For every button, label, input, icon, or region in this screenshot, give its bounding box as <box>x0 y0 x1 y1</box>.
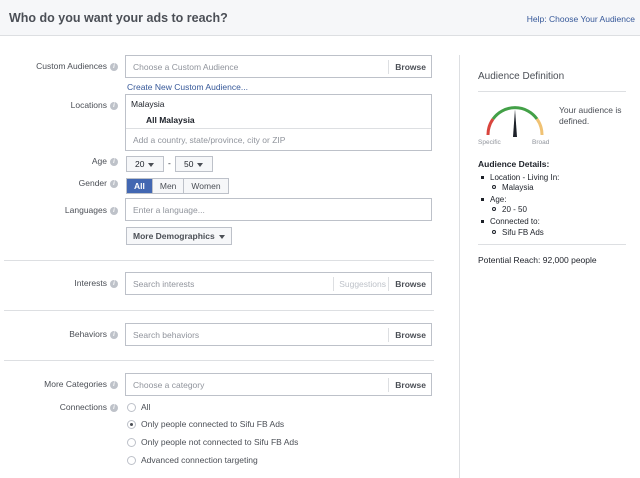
more-demographics-label: More Demographics <box>133 231 215 241</box>
location-input[interactable]: Add a country, state/province, city or Z… <box>126 128 431 150</box>
audience-definition-title: Audience Definition <box>478 71 565 82</box>
audience-definition-panel: Audience Definition Your audience is def… <box>459 55 631 478</box>
gender-label: Gender <box>78 178 107 188</box>
age-separator: - <box>168 158 171 168</box>
category-placeholder: Choose a category <box>133 380 205 390</box>
divider <box>4 260 434 261</box>
more-categories-label-row: More Categories i <box>0 379 118 391</box>
detail-item: Location - Living In: <box>478 173 559 182</box>
info-icon[interactable]: i <box>110 206 118 215</box>
detail-item: Connected to: <box>478 217 540 226</box>
chevron-down-icon <box>197 162 204 167</box>
bullet-icon <box>481 219 484 223</box>
locations-label-row: Locations i <box>0 100 118 112</box>
locations-box: Malaysia All Malaysia Add a country, sta… <box>125 94 432 151</box>
info-icon[interactable]: i <box>110 403 118 412</box>
interests-input[interactable]: Search interests Suggestions Browse <box>125 272 432 295</box>
custom-audience-browse-button[interactable]: Browse <box>388 60 431 74</box>
category-browse-button[interactable]: Browse <box>388 378 431 392</box>
age-min-select[interactable]: 20 <box>126 156 164 172</box>
custom-audience-input[interactable]: Choose a Custom Audience Browse <box>125 55 432 78</box>
language-input[interactable]: Enter a language... <box>125 198 432 221</box>
divider <box>478 244 626 245</box>
connections-label-row: Connections i <box>0 402 118 414</box>
behaviors-label-row: Behaviors i <box>0 329 118 341</box>
divider <box>478 91 626 92</box>
detail-item: Age: <box>478 195 506 204</box>
behaviors-label: Behaviors <box>69 329 107 339</box>
divider <box>4 310 434 311</box>
more-demographics-button[interactable]: More Demographics <box>126 227 232 245</box>
create-custom-audience-link[interactable]: Create New Custom Audience... <box>127 82 248 92</box>
category-input[interactable]: Choose a category Browse <box>125 373 432 396</box>
gender-men-button[interactable]: Men <box>152 179 185 193</box>
age-label-row: Age i <box>0 156 118 168</box>
detail-subitem: Sifu FB Ads <box>478 228 544 237</box>
bullet-icon <box>481 197 484 201</box>
info-icon[interactable]: i <box>110 279 118 288</box>
circle-bullet-icon <box>492 207 496 212</box>
locations-label: Locations <box>70 100 107 110</box>
detail-subitem: 20 - 50 <box>478 205 527 214</box>
targeting-form: Custom Audiences i Choose a Custom Audien… <box>0 37 440 478</box>
potential-reach: Potential Reach: 92,000 people <box>478 255 597 265</box>
gauge-specific-label: Specific <box>478 139 501 146</box>
languages-label-row: Languages i <box>0 205 118 217</box>
radio-icon[interactable] <box>127 456 136 465</box>
info-icon[interactable]: i <box>110 179 118 188</box>
age-max-select[interactable]: 50 <box>175 156 213 172</box>
info-icon[interactable]: i <box>110 62 118 71</box>
connections-label: Connections <box>59 402 107 412</box>
custom-audiences-label: Custom Audiences <box>36 61 107 71</box>
more-categories-label: More Categories <box>44 379 107 389</box>
detail-subitem: Malaysia <box>478 183 534 192</box>
custom-audiences-label-row: Custom Audiences i <box>0 61 118 73</box>
behaviors-browse-button[interactable]: Browse <box>388 328 431 342</box>
circle-bullet-icon <box>492 230 496 235</box>
chevron-down-icon <box>148 162 155 167</box>
age-max-value: 50 <box>184 159 194 169</box>
gender-segmented-control: All Men Women <box>126 178 229 194</box>
language-placeholder: Enter a language... <box>133 205 205 215</box>
interests-placeholder: Search interests <box>133 279 195 289</box>
location-country: Malaysia <box>131 99 165 109</box>
age-min-value: 20 <box>135 159 145 169</box>
location-selected[interactable]: All Malaysia <box>146 115 195 125</box>
interests-suggestions-button[interactable]: Suggestions <box>333 277 391 291</box>
info-icon[interactable]: i <box>110 380 118 389</box>
bullet-icon <box>481 175 484 179</box>
interests-label: Interests <box>74 278 107 288</box>
behaviors-placeholder: Search behaviors <box>133 330 200 340</box>
custom-audience-placeholder: Choose a Custom Audience <box>133 62 239 72</box>
interests-label-row: Interests i <box>0 278 118 290</box>
gender-women-button[interactable]: Women <box>184 179 228 193</box>
audience-status-text: Your audience is defined. <box>559 105 622 126</box>
radio-icon[interactable] <box>127 438 136 447</box>
info-icon[interactable]: i <box>110 330 118 339</box>
help-link[interactable]: Help: Choose Your Audience <box>527 14 635 24</box>
info-icon[interactable]: i <box>110 101 118 110</box>
chevron-down-icon <box>218 234 225 239</box>
circle-bullet-icon <box>492 185 496 190</box>
audience-details-title: Audience Details: <box>478 159 550 169</box>
divider <box>4 360 434 361</box>
radio-icon[interactable] <box>127 403 136 412</box>
radio-selected-icon[interactable] <box>127 420 136 429</box>
interests-browse-button[interactable]: Browse <box>388 277 431 291</box>
gauge-broad-label: Broad <box>532 139 550 146</box>
gender-label-row: Gender i <box>0 178 118 190</box>
behaviors-input[interactable]: Search behaviors Browse <box>125 323 432 346</box>
location-placeholder: Add a country, state/province, city or Z… <box>133 135 286 145</box>
page-title: Who do you want your ads to reach? <box>9 11 228 25</box>
languages-label: Languages <box>64 205 107 215</box>
page-header: Who do you want your ads to reach? Help:… <box>0 0 640 36</box>
gender-all-button[interactable]: All <box>127 179 153 193</box>
info-icon[interactable]: i <box>110 157 118 166</box>
age-label: Age <box>91 156 107 166</box>
audience-gauge-icon <box>486 106 544 137</box>
